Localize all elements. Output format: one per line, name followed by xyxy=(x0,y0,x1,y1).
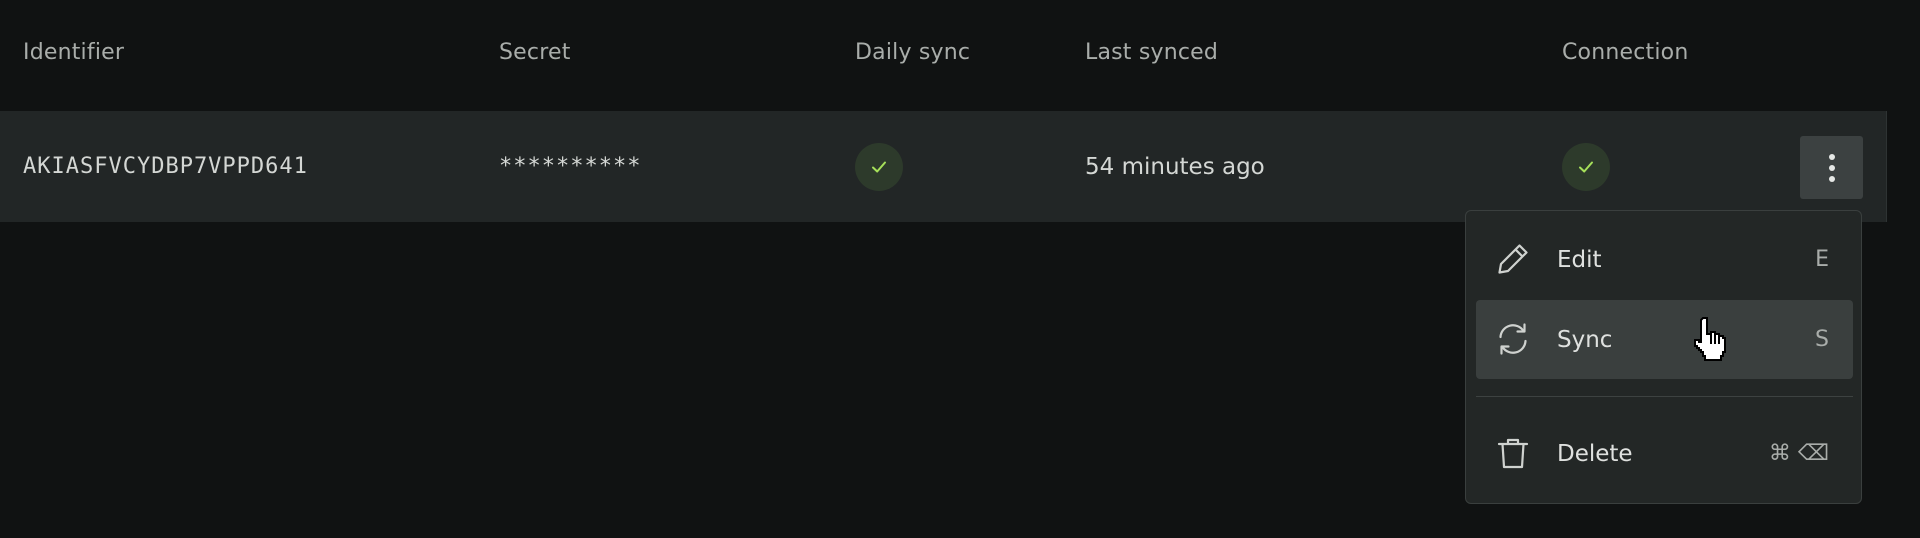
more-vertical-icon xyxy=(1828,153,1835,182)
menu-item-label: Edit xyxy=(1557,246,1602,273)
last-synced-cell: 54 minutes ago xyxy=(1085,153,1265,180)
menu-divider xyxy=(1476,396,1853,397)
menu-item-edit[interactable]: Edit E xyxy=(1476,220,1853,299)
refresh-icon xyxy=(1494,320,1532,358)
keyboard-shortcut: S xyxy=(1815,327,1829,352)
pencil-icon xyxy=(1494,240,1532,278)
row-actions-menu: Edit E Sync S Delete ⌘ ⌫ xyxy=(1465,210,1862,504)
menu-item-label: Delete xyxy=(1557,440,1633,467)
column-header-last-synced[interactable]: Last synced xyxy=(1085,40,1218,65)
keyboard-shortcut: E xyxy=(1815,247,1829,272)
check-icon xyxy=(1579,161,1593,172)
check-icon xyxy=(872,161,886,172)
column-header-daily-sync[interactable]: Daily sync xyxy=(855,40,970,65)
connection-status-badge xyxy=(1562,142,1610,191)
menu-item-sync[interactable]: Sync S xyxy=(1476,300,1853,379)
trash-icon xyxy=(1494,434,1532,472)
column-header-identifier[interactable]: Identifier xyxy=(23,40,124,65)
column-header-connection[interactable]: Connection xyxy=(1562,40,1688,65)
row-actions-button[interactable] xyxy=(1800,136,1863,199)
menu-item-label: Sync xyxy=(1557,326,1613,353)
daily-sync-cell xyxy=(855,111,903,222)
menu-item-delete[interactable]: Delete ⌘ ⌫ xyxy=(1476,414,1853,493)
secret-cell: ********** xyxy=(499,154,642,179)
connections-page: Identifier Secret Daily sync Last synced… xyxy=(0,0,1920,538)
connection-cell xyxy=(1562,111,1610,222)
identifier-cell: AKIASFVCYDBP7VPPD641 xyxy=(23,154,308,179)
keyboard-shortcut: ⌘ ⌫ xyxy=(1768,441,1829,466)
daily-sync-status-badge xyxy=(855,142,903,191)
column-header-secret[interactable]: Secret xyxy=(499,40,571,65)
table-row[interactable]: AKIASFVCYDBP7VPPD641 ********** 54 minut… xyxy=(0,111,1887,222)
hand-pointer-cursor-icon xyxy=(1694,317,1726,361)
